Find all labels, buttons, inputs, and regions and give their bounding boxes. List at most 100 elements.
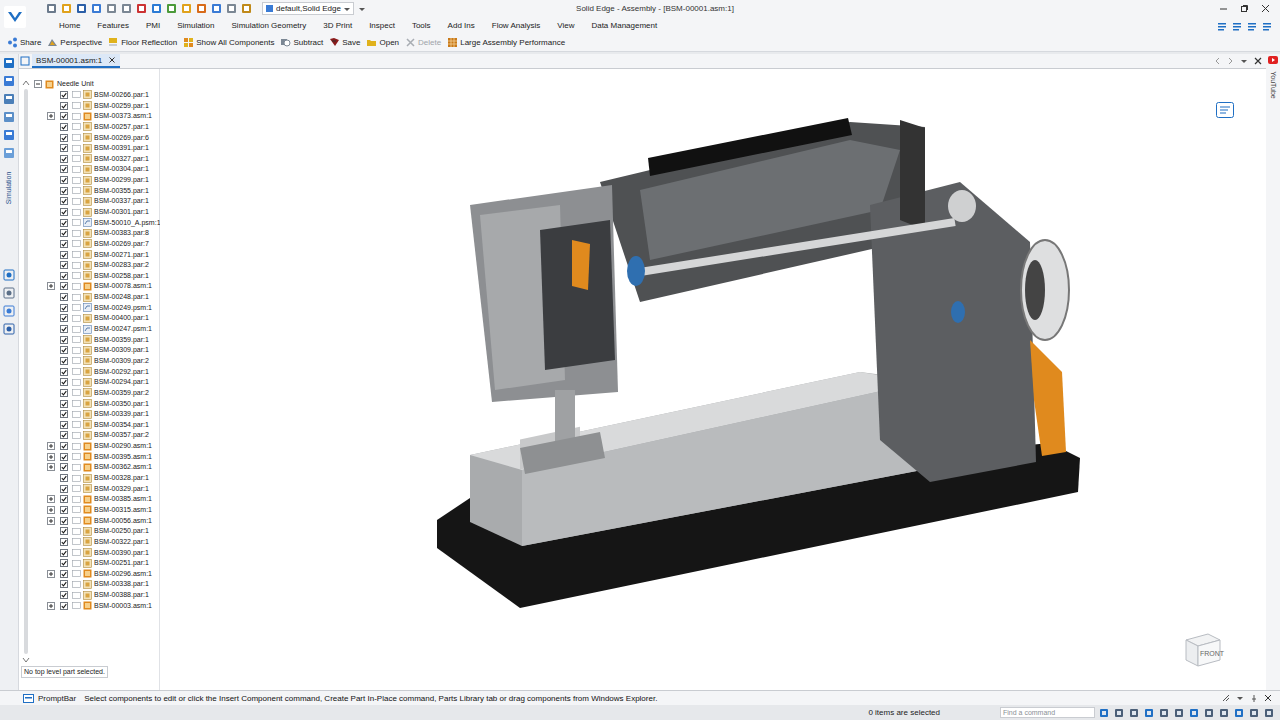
tree-row[interactable]: BSM-00383.par:8 <box>32 228 159 239</box>
tree-root[interactable]: Needle Unit <box>32 79 159 90</box>
quick-access-icon[interactable] <box>211 3 222 14</box>
tree-row[interactable]: BSM-00359.par:1 <box>32 334 159 345</box>
toolbar-button[interactable]: Subtract <box>280 37 323 48</box>
tree-row[interactable]: BSM-00258.par:1 <box>32 271 159 282</box>
visibility-checkbox[interactable] <box>60 368 68 376</box>
filter-icon[interactable] <box>1219 708 1229 718</box>
visibility-checkbox[interactable] <box>60 112 68 120</box>
scroll-down-icon[interactable] <box>22 656 30 664</box>
visibility-checkbox[interactable] <box>60 219 68 227</box>
quick-access-icon[interactable] <box>136 3 147 14</box>
fit-icon[interactable] <box>1114 708 1124 718</box>
visibility-checkbox[interactable] <box>60 229 68 237</box>
toolbar-button[interactable]: Share <box>7 37 41 48</box>
visibility-checkbox[interactable] <box>60 506 68 514</box>
tree-row[interactable]: BSM-00329.par:1 <box>32 483 159 494</box>
tree-row[interactable]: BSM-00355.par:1 <box>32 185 159 196</box>
section-icon[interactable] <box>1204 708 1214 718</box>
visibility-checkbox[interactable] <box>60 495 68 503</box>
tree-row[interactable]: BSM-00327.par:1 <box>32 153 159 164</box>
visibility-checkbox[interactable] <box>60 91 68 99</box>
visibility-checkbox[interactable] <box>60 293 68 301</box>
close-icon[interactable] <box>1264 694 1272 702</box>
visibility-checkbox[interactable] <box>60 591 68 599</box>
ribbon-tab[interactable]: PMI <box>145 20 161 32</box>
expander-icon[interactable] <box>47 517 55 525</box>
visibility-checkbox[interactable] <box>60 187 68 195</box>
tree-row[interactable]: BSM-00283.par:2 <box>32 260 159 271</box>
tree-row[interactable]: BSM-00390.par:1 <box>32 547 159 558</box>
visibility-checkbox[interactable] <box>60 570 68 578</box>
simulation-tab[interactable]: Simulation <box>3 167 15 211</box>
ribbon-tab[interactable]: 3D Print <box>322 20 353 32</box>
tree-row[interactable]: BSM-00400.par:1 <box>32 313 159 324</box>
visibility-checkbox[interactable] <box>60 549 68 557</box>
quick-access-icon[interactable] <box>76 3 87 14</box>
visibility-checkbox[interactable] <box>60 474 68 482</box>
visibility-checkbox[interactable] <box>60 102 68 110</box>
visibility-checkbox[interactable] <box>60 442 68 450</box>
command-finder[interactable] <box>1000 707 1095 718</box>
tree-row[interactable]: BSM-00301.par:1 <box>32 207 159 218</box>
panel-tab-icon[interactable] <box>3 57 15 69</box>
ribbon-tab[interactable]: Add Ins <box>447 20 476 32</box>
tree-row[interactable]: BSM-50010_A.psm:1 <box>32 217 159 228</box>
view-cube[interactable]: FRONT <box>1180 628 1224 670</box>
tree-row[interactable]: BSM-00385.asm:1 <box>32 494 159 505</box>
tree-row[interactable]: BSM-00294.par:1 <box>32 377 159 388</box>
close-tab-icon[interactable] <box>108 56 116 64</box>
visibility-checkbox[interactable] <box>60 517 68 525</box>
visibility-checkbox[interactable] <box>60 272 68 280</box>
toolbar-button[interactable]: Open <box>366 37 399 48</box>
tree-row[interactable]: BSM-00362.asm:1 <box>32 462 159 473</box>
ribbon-tab[interactable]: Home <box>58 20 81 32</box>
scroll-up-icon[interactable] <box>22 79 30 87</box>
shade-icon[interactable] <box>1189 708 1199 718</box>
visibility-checkbox[interactable] <box>60 378 68 386</box>
expander-icon[interactable] <box>47 112 55 120</box>
tree-row[interactable]: BSM-00292.par:1 <box>32 366 159 377</box>
tree-row[interactable]: BSM-00357.par:2 <box>32 430 159 441</box>
promptbar-icon[interactable] <box>23 694 34 703</box>
solid-edge-logo-icon[interactable] <box>4 6 26 28</box>
panel-tab-icon[interactable] <box>3 287 15 299</box>
sewing-machine-model[interactable] <box>160 69 1266 690</box>
youtube-tab[interactable]: YouTube <box>1267 66 1279 104</box>
close-icon[interactable] <box>1261 4 1270 13</box>
visibility-checkbox[interactable] <box>60 485 68 493</box>
tree-row[interactable]: BSM-00251.par:1 <box>32 558 159 569</box>
visibility-checkbox[interactable] <box>60 431 68 439</box>
visibility-checkbox[interactable] <box>60 176 68 184</box>
visibility-checkbox[interactable] <box>60 261 68 269</box>
visibility-checkbox[interactable] <box>60 346 68 354</box>
tree-row[interactable]: BSM-00339.par:1 <box>32 409 159 420</box>
panel-tab-icon[interactable] <box>3 323 15 335</box>
ribbon-tab[interactable]: Features <box>96 20 130 32</box>
ribbon-tab[interactable]: Tools <box>411 20 432 32</box>
graphics-viewport[interactable]: FRONT <box>160 69 1266 690</box>
toolbar-button[interactable]: Perspective <box>47 37 102 48</box>
tree-row[interactable]: BSM-00373.asm:1 <box>32 111 159 122</box>
tree-row[interactable]: BSM-00296.asm:1 <box>32 568 159 579</box>
expander-icon[interactable] <box>47 602 55 610</box>
tree-row[interactable]: BSM-00391.par:1 <box>32 143 159 154</box>
close-document-icon[interactable] <box>1254 57 1262 65</box>
visibility-checkbox[interactable] <box>60 400 68 408</box>
resize-icon[interactable] <box>1222 694 1230 702</box>
visibility-checkbox[interactable] <box>60 123 68 131</box>
tree-row[interactable]: BSM-00003.asm:1 <box>32 600 159 611</box>
visibility-checkbox[interactable] <box>60 580 68 588</box>
visibility-checkbox[interactable] <box>60 538 68 546</box>
quick-access-icon[interactable] <box>61 3 72 14</box>
toolbar-button[interactable]: Floor Reflection <box>108 37 177 48</box>
scrollbar-thumb[interactable] <box>24 89 28 654</box>
tree-row[interactable]: BSM-00315.asm:1 <box>32 505 159 516</box>
youtube-icon[interactable] <box>1268 56 1278 64</box>
dropdown-arrow-icon[interactable] <box>343 5 351 13</box>
panel-tab-icon[interactable] <box>3 269 15 281</box>
view-cube-icon[interactable] <box>1180 628 1224 670</box>
visibility-checkbox[interactable] <box>60 144 68 152</box>
minimize-icon[interactable] <box>1219 4 1228 13</box>
visibility-checkbox[interactable] <box>60 453 68 461</box>
visibility-checkbox[interactable] <box>60 463 68 471</box>
